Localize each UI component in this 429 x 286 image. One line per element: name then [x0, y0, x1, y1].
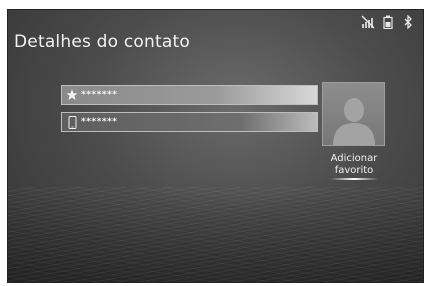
add-favorite-button[interactable]: Adicionar favorito	[321, 153, 387, 180]
status-bar	[361, 15, 415, 29]
contact-details-screen: Detalhes do contato ******* ******* Adic…	[7, 9, 424, 283]
background-wave-pattern	[8, 187, 423, 282]
add-favorite-label-line2: favorito	[334, 165, 374, 176]
battery-icon	[381, 15, 395, 29]
contact-phone-field[interactable]: *******	[61, 112, 318, 132]
contact-photo-button[interactable]	[322, 82, 385, 146]
avatar-silhouette-icon	[332, 98, 375, 145]
star-icon	[66, 88, 78, 102]
add-favorite-label-line1: Adicionar	[330, 153, 378, 164]
bluetooth-icon	[401, 15, 415, 29]
contact-name-field[interactable]: *******	[61, 85, 318, 105]
page-title: Detalhes do contato	[14, 32, 190, 52]
add-favorite-underline	[330, 178, 378, 180]
contact-name-value: *******	[81, 90, 118, 100]
contact-phone-value: *******	[81, 117, 118, 127]
no-signal-icon	[361, 15, 375, 29]
mobile-phone-icon	[66, 115, 78, 129]
